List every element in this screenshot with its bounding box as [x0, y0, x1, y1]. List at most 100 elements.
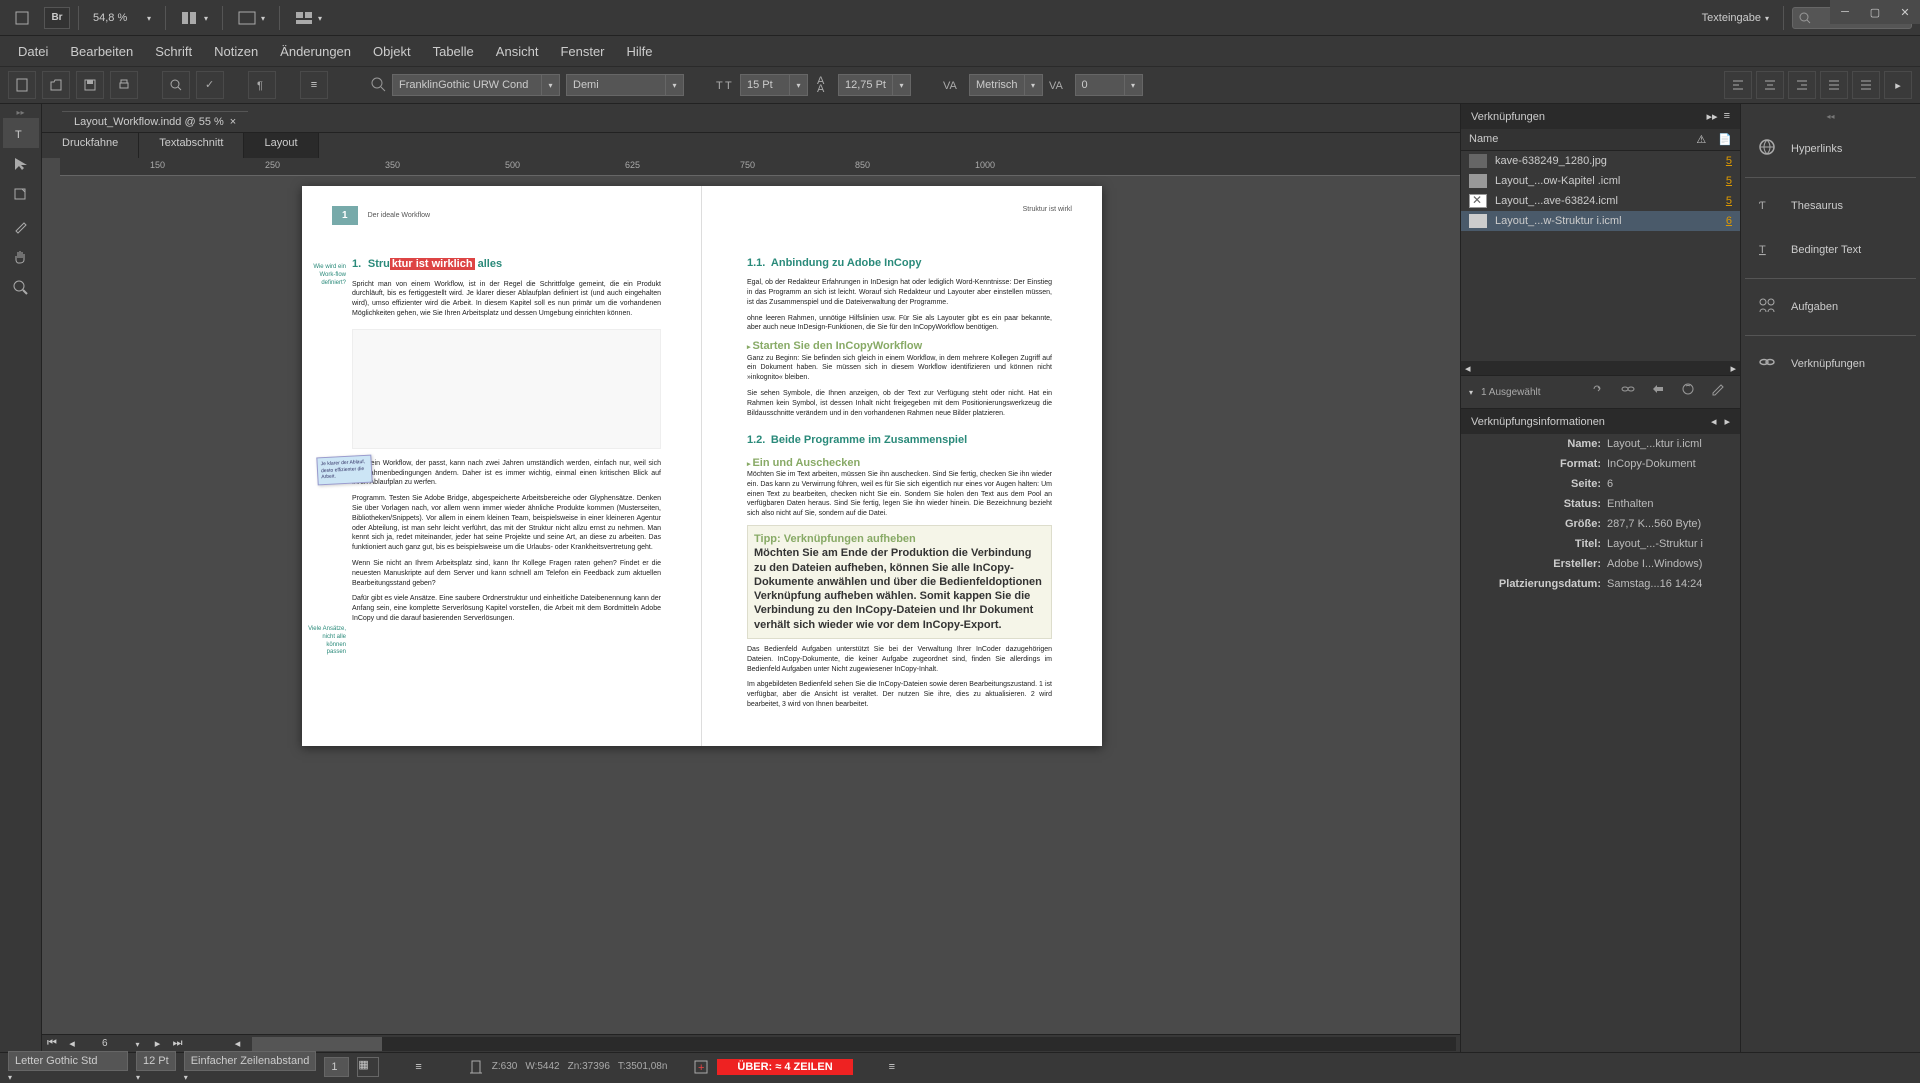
- panel-links[interactable]: Verknüpfungen: [1745, 342, 1916, 386]
- prev-page-button[interactable]: ◂: [62, 1036, 82, 1052]
- view-tab-story[interactable]: Textabschnitt: [139, 133, 244, 158]
- next-page-button[interactable]: ▸: [148, 1036, 168, 1052]
- font-weight-field[interactable]: Demi: [566, 74, 684, 96]
- relink-button[interactable]: [1590, 382, 1612, 402]
- hand-tool[interactable]: [3, 242, 39, 272]
- screen-mode-dropdown[interactable]: [231, 8, 271, 28]
- page-dropdown-button[interactable]: [128, 1036, 148, 1052]
- scroll-left-button[interactable]: ◂: [1461, 362, 1475, 375]
- type-tool[interactable]: T: [3, 118, 39, 148]
- view-tab-galley[interactable]: Druckfahne: [42, 133, 139, 158]
- first-page-button[interactable]: ⏮: [42, 1036, 62, 1052]
- view-options-dropdown[interactable]: [174, 8, 214, 28]
- panel-assignments[interactable]: Aufgaben: [1745, 285, 1916, 329]
- bridge-button[interactable]: Br: [44, 7, 70, 29]
- kerning-field[interactable]: Metrisch: [969, 74, 1043, 96]
- spellcheck-button[interactable]: ✓: [196, 71, 224, 99]
- prev-link-button[interactable]: ◂: [1711, 415, 1717, 428]
- close-button[interactable]: ✕: [1890, 0, 1920, 24]
- align-center-button[interactable]: [1756, 71, 1784, 99]
- align-right-button[interactable]: [1788, 71, 1816, 99]
- t-measurement: T:3501,08n: [618, 1061, 668, 1072]
- last-page-button[interactable]: ⏭: [168, 1036, 188, 1052]
- search-button[interactable]: [162, 71, 190, 99]
- link-page[interactable]: 5: [1726, 195, 1732, 207]
- columns-field[interactable]: 1: [324, 1057, 349, 1077]
- menu-ansicht[interactable]: Ansicht: [486, 40, 549, 63]
- arrange-dropdown[interactable]: [288, 8, 328, 28]
- warning-column-icon[interactable]: ⚠: [1696, 133, 1706, 146]
- note-tool[interactable]: [3, 180, 39, 210]
- menu-datei[interactable]: Datei: [8, 40, 58, 63]
- status-size-field[interactable]: 12 Pt: [136, 1051, 176, 1083]
- new-doc-button[interactable]: [8, 71, 36, 99]
- panel-hyperlinks[interactable]: Hyperlinks: [1745, 127, 1916, 171]
- panel-menu-icon[interactable]: ≡: [1724, 110, 1730, 123]
- menu-aenderungen[interactable]: Änderungen: [270, 40, 361, 63]
- menu-hilfe[interactable]: Hilfe: [617, 40, 663, 63]
- status-menu-icon[interactable]: ≡: [415, 1061, 421, 1073]
- open-button[interactable]: [42, 71, 70, 99]
- align-justify-all-button[interactable]: [1852, 71, 1880, 99]
- menu-fenster[interactable]: Fenster: [550, 40, 614, 63]
- zoom-tool[interactable]: [3, 273, 39, 303]
- status-bar: Letter Gothic Std 12 Pt Einfacher Zeilen…: [0, 1052, 1920, 1080]
- columns-icon[interactable]: ▦: [357, 1057, 379, 1077]
- workspace-dropdown[interactable]: Texteingabe: [1696, 10, 1775, 26]
- page-column-icon[interactable]: 📄: [1718, 133, 1732, 146]
- font-size-field[interactable]: 15 Pt: [740, 74, 808, 96]
- link-row[interactable]: Layout_...ow-Kapitel .icml 5: [1461, 171, 1740, 191]
- panel-conditional-text[interactable]: T Bedingter Text: [1745, 228, 1916, 272]
- document-tab[interactable]: Layout_Workflow.indd @ 55 % ×: [62, 111, 248, 132]
- goto-link-button[interactable]: [1620, 382, 1642, 402]
- line-spacing-field[interactable]: Einfacher Zeilenabstand: [184, 1051, 317, 1083]
- print-button[interactable]: [110, 71, 138, 99]
- next-link-button[interactable]: ▸: [1724, 415, 1730, 428]
- view-tab-layout[interactable]: Layout: [244, 133, 318, 158]
- paragraph-button[interactable]: ¶: [248, 71, 276, 99]
- link-page[interactable]: 5: [1726, 155, 1732, 167]
- panel-thesaurus[interactable]: Ƭ Thesaurus: [1745, 184, 1916, 228]
- align-justify-button[interactable]: [1820, 71, 1848, 99]
- collapse-icon[interactable]: ▸▸: [1707, 110, 1718, 123]
- canvas[interactable]: 1 Der ideale Workflow 1. Struktur ist wi…: [102, 176, 1460, 1034]
- more-options-button[interactable]: ▸: [1884, 71, 1912, 99]
- status-font-field[interactable]: Letter Gothic Std: [8, 1051, 128, 1083]
- edit-button[interactable]: [1710, 382, 1732, 402]
- menu-schrift[interactable]: Schrift: [145, 40, 202, 63]
- zoom-dropdown[interactable]: 54,8 %: [87, 10, 157, 26]
- edit-original-button[interactable]: [1680, 382, 1702, 402]
- minimize-button[interactable]: ─: [1830, 0, 1860, 24]
- status-end-menu-icon[interactable]: ≡: [889, 1061, 895, 1073]
- link-row[interactable]: kave-638249_1280.jpg 5: [1461, 151, 1740, 171]
- align-left-button[interactable]: [1724, 71, 1752, 99]
- page-number-display[interactable]: 6: [82, 1038, 128, 1049]
- position-tool[interactable]: [3, 149, 39, 179]
- update-link-button[interactable]: [1650, 382, 1672, 402]
- menu-bearbeiten[interactable]: Bearbeiten: [60, 40, 143, 63]
- link-page[interactable]: 6: [1726, 215, 1732, 227]
- chevron-down-icon[interactable]: [1469, 386, 1473, 398]
- menu-objekt[interactable]: Objekt: [363, 40, 421, 63]
- menu-tabelle[interactable]: Tabelle: [423, 40, 484, 63]
- close-tab-icon[interactable]: ×: [230, 116, 236, 128]
- menu-notizen[interactable]: Notizen: [204, 40, 268, 63]
- top-toolbar: Br 54,8 % Texteingabe: [0, 0, 1920, 36]
- link-page[interactable]: 5: [1726, 175, 1732, 187]
- scroll-left-button[interactable]: ◂: [228, 1036, 248, 1052]
- link-row[interactable]: ✕ Layout_...ave-63824.icml 5: [1461, 191, 1740, 211]
- eyedropper-tool[interactable]: [3, 211, 39, 241]
- align-menu-button[interactable]: ≡: [300, 71, 328, 99]
- info-label: Platzierungsdatum:: [1471, 578, 1601, 590]
- link-row[interactable]: Layout_...w-Struktur i.icml 6: [1461, 211, 1740, 231]
- panel-label: Bedingter Text: [1791, 244, 1861, 256]
- column-name[interactable]: Name: [1469, 133, 1498, 146]
- maximize-button[interactable]: ▢: [1860, 0, 1890, 24]
- scroll-right-button[interactable]: ▸: [1726, 362, 1740, 375]
- leading-field[interactable]: 12,75 Pt: [838, 74, 911, 96]
- save-button[interactable]: [76, 71, 104, 99]
- horizontal-scrollbar[interactable]: [252, 1037, 1456, 1051]
- running-header: Struktur ist wirkl: [1023, 206, 1072, 213]
- tracking-field[interactable]: 0: [1075, 74, 1143, 96]
- font-family-field[interactable]: FranklinGothic URW Cond: [370, 74, 560, 96]
